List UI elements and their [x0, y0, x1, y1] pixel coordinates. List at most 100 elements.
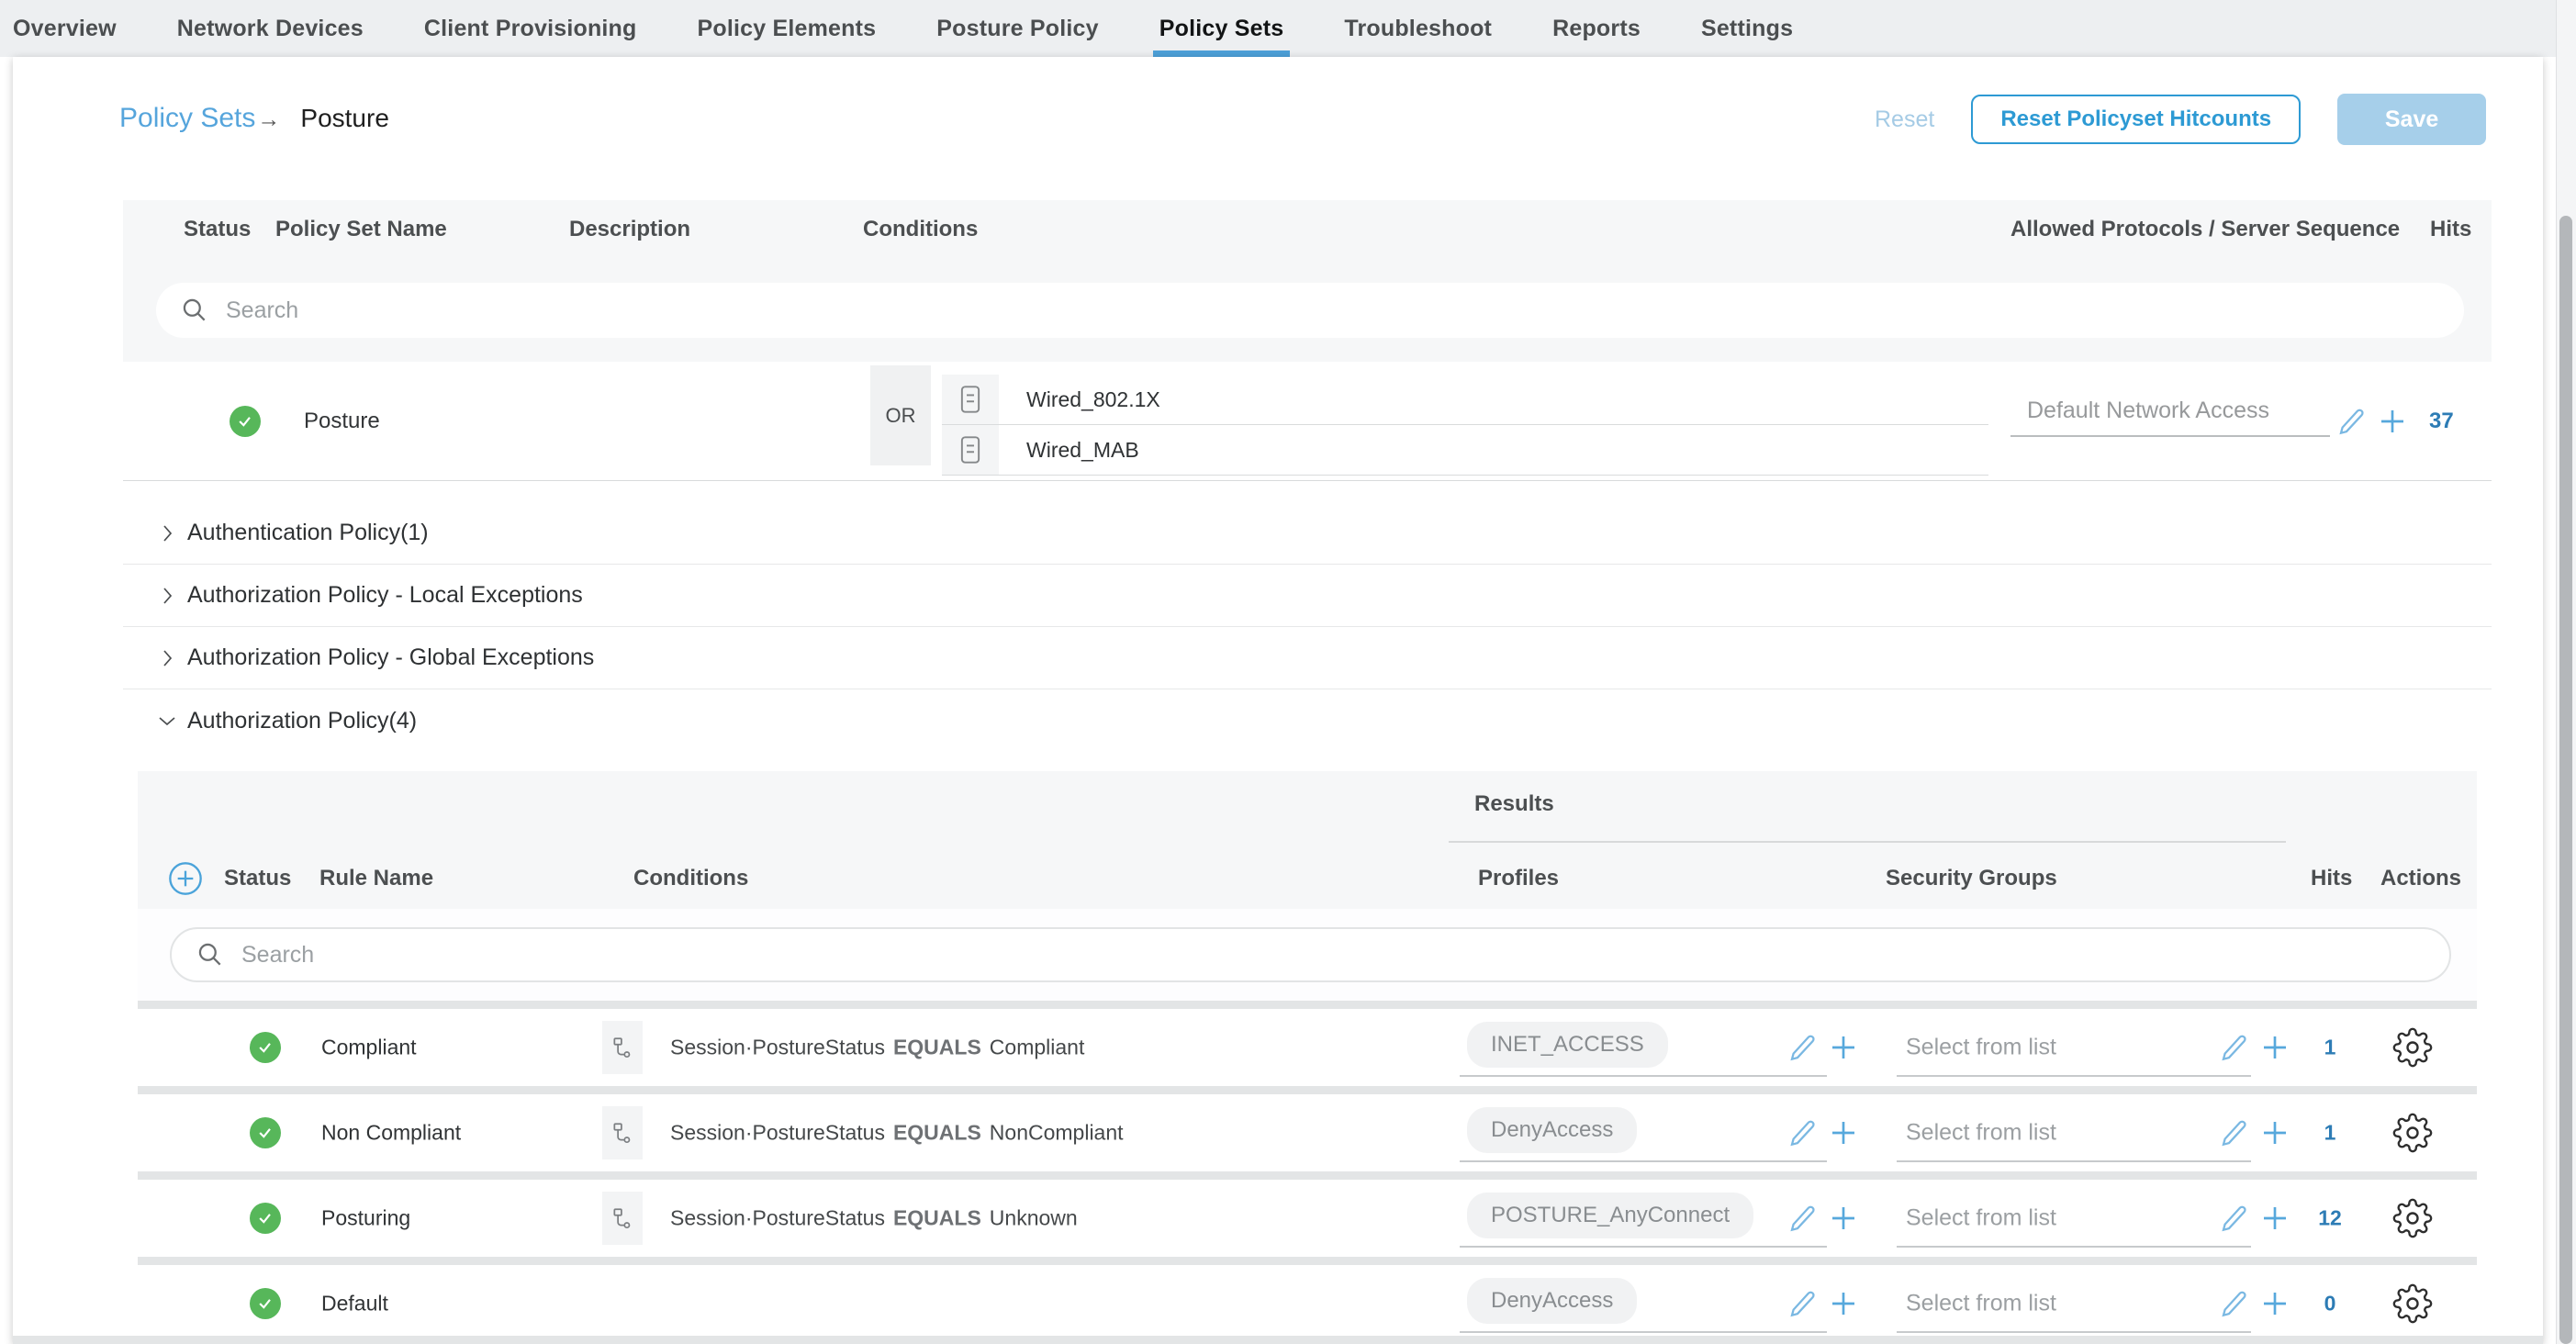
edit-icon[interactable]: [2337, 407, 2367, 436]
status-enabled-icon[interactable]: [230, 406, 261, 437]
header-actions: Reset Reset Policyset Hitcounts Save: [1875, 94, 2486, 145]
status-enabled-icon[interactable]: [250, 1117, 281, 1148]
rule-name[interactable]: Default: [321, 1292, 388, 1316]
rule-condition[interactable]: Session·PostureStatusEQUALSUnknown: [670, 1206, 1078, 1231]
top-nav: Overview Network Devices Client Provisio…: [0, 0, 2576, 57]
save-button[interactable]: Save: [2337, 94, 2486, 145]
scrollbar[interactable]: [2556, 0, 2576, 1344]
gear-icon[interactable]: [2392, 1283, 2433, 1324]
authorization-search[interactable]: [170, 927, 2451, 982]
gear-icon[interactable]: [2392, 1027, 2433, 1068]
tab-settings[interactable]: Settings: [1671, 0, 1823, 57]
edit-icon[interactable]: [2220, 1204, 2249, 1233]
security-group-select[interactable]: Select from list: [1906, 1205, 2056, 1232]
edit-icon[interactable]: [1788, 1289, 1818, 1318]
security-group-underline: [1897, 1331, 2251, 1333]
policy-sections: Authentication Policy(1) Authorization P…: [123, 502, 2492, 752]
rule-name[interactable]: Compliant: [321, 1036, 417, 1060]
condition-operator: OR: [870, 365, 931, 465]
add-icon[interactable]: [2260, 1204, 2290, 1233]
status-enabled-icon[interactable]: [250, 1288, 281, 1319]
policy-sets-search[interactable]: [156, 283, 2464, 338]
status-enabled-icon[interactable]: [250, 1032, 281, 1063]
edit-icon[interactable]: [2220, 1033, 2249, 1062]
gear-icon[interactable]: [2392, 1113, 2433, 1153]
policy-set-name[interactable]: Posture: [304, 409, 380, 434]
rule-name[interactable]: Posturing: [321, 1206, 410, 1231]
security-group-select[interactable]: Select from list: [1906, 1120, 2056, 1147]
authorization-rule-row: Posturing Session·PostureStatusEQUALSUnk…: [138, 1180, 2477, 1257]
column-status: Status: [184, 217, 251, 242]
section-authz-local-exceptions[interactable]: Authorization Policy - Local Exceptions: [123, 565, 2492, 627]
add-icon[interactable]: [1829, 1118, 1858, 1148]
profile-chip[interactable]: DenyAccess: [1467, 1278, 1637, 1324]
tab-overview[interactable]: Overview: [13, 0, 147, 57]
column-security-groups: Security Groups: [1886, 866, 2057, 891]
tab-policy-sets[interactable]: Policy Sets: [1129, 0, 1315, 57]
rule-hits[interactable]: 1: [2304, 1121, 2356, 1146]
add-icon[interactable]: [1829, 1033, 1858, 1062]
condition-item[interactable]: Wired_802.1X: [942, 375, 1988, 425]
reset-policyset-hitcounts-button[interactable]: Reset Policyset Hitcounts: [1971, 95, 2301, 144]
row-divider: [138, 1001, 2477, 1009]
edit-icon[interactable]: [2220, 1289, 2249, 1318]
add-icon[interactable]: [2260, 1033, 2290, 1062]
section-authz-global-exceptions[interactable]: Authorization Policy - Global Exceptions: [123, 627, 2492, 689]
condition-document-icon: [942, 425, 999, 475]
add-rule-button[interactable]: [167, 860, 204, 897]
edit-icon[interactable]: [1788, 1204, 1818, 1233]
edit-icon[interactable]: [2220, 1118, 2249, 1148]
breadcrumb-arrow-icon: →: [257, 106, 280, 133]
security-group-select[interactable]: Select from list: [1906, 1035, 2056, 1061]
authorization-search-input[interactable]: [241, 942, 2425, 969]
tab-client-provisioning[interactable]: Client Provisioning: [394, 0, 667, 57]
content-card: Policy Sets → Posture Reset Reset Policy…: [13, 57, 2543, 1344]
tab-network-devices[interactable]: Network Devices: [147, 0, 394, 57]
rule-condition[interactable]: Session·PostureStatusEQUALSCompliant: [670, 1036, 1084, 1060]
profile-chip[interactable]: INET_ACCESS: [1467, 1022, 1668, 1068]
rule-hits[interactable]: 0: [2304, 1292, 2356, 1316]
add-icon[interactable]: [1829, 1204, 1858, 1233]
tab-policy-elements[interactable]: Policy Elements: [667, 0, 907, 57]
condition-item[interactable]: Wired_MAB: [942, 425, 1988, 476]
authorization-table-header: Results Status Rule Name Conditions Prof…: [138, 771, 2477, 909]
profile-chip[interactable]: POSTURE_AnyConnect: [1467, 1193, 1753, 1238]
rule-hits[interactable]: 1: [2304, 1036, 2356, 1060]
tab-posture-policy[interactable]: Posture Policy: [906, 0, 1128, 57]
rule-condition[interactable]: Session·PostureStatusEQUALSNonCompliant: [670, 1121, 1124, 1146]
tab-troubleshoot[interactable]: Troubleshoot: [1314, 0, 1522, 57]
authorization-rule-row: Compliant Session·PostureStatusEQUALSCom…: [138, 1009, 2477, 1086]
rule-name[interactable]: Non Compliant: [321, 1121, 461, 1146]
column-description: Description: [569, 217, 690, 242]
security-group-select[interactable]: Select from list: [1906, 1291, 2056, 1317]
policy-sets-table-header: Status Policy Set Name Description Condi…: [123, 200, 2492, 259]
profile-chip[interactable]: DenyAccess: [1467, 1107, 1637, 1153]
edit-icon[interactable]: [1788, 1033, 1818, 1062]
condition-label: Wired_802.1X: [1026, 387, 1160, 412]
add-icon[interactable]: [2260, 1118, 2290, 1148]
bottom-divider: [13, 1336, 2543, 1344]
add-icon[interactable]: [2260, 1289, 2290, 1318]
breadcrumb-policy-sets-link[interactable]: Policy Sets: [119, 103, 255, 134]
tab-reports[interactable]: Reports: [1522, 0, 1671, 57]
column-profiles: Profiles: [1478, 866, 1559, 891]
allowed-protocols-select[interactable]: Default Network Access: [2010, 386, 2330, 437]
breadcrumb: Policy Sets → Posture: [119, 103, 389, 134]
policy-sets-search-input[interactable]: [226, 297, 2440, 324]
authorization-search-row: [138, 909, 2477, 1001]
scrollbar-thumb[interactable]: [2559, 216, 2572, 1344]
add-icon[interactable]: [1829, 1289, 1858, 1318]
column-conditions: Conditions: [863, 217, 978, 242]
edit-icon[interactable]: [1788, 1118, 1818, 1148]
reset-button[interactable]: Reset: [1875, 106, 1934, 133]
profiles-field-underline: [1460, 1331, 1827, 1333]
rule-hits[interactable]: 12: [2304, 1206, 2356, 1231]
section-authentication-policy[interactable]: Authentication Policy(1): [123, 502, 2492, 565]
condition-hierarchy-icon: [602, 1106, 643, 1159]
column-conditions: Conditions: [633, 866, 748, 891]
add-icon[interactable]: [2378, 407, 2407, 436]
status-enabled-icon[interactable]: [250, 1203, 281, 1234]
gear-icon[interactable]: [2392, 1198, 2433, 1238]
policy-set-hits[interactable]: 37: [2429, 409, 2454, 434]
section-authorization-policy[interactable]: Authorization Policy(4): [123, 689, 2492, 752]
